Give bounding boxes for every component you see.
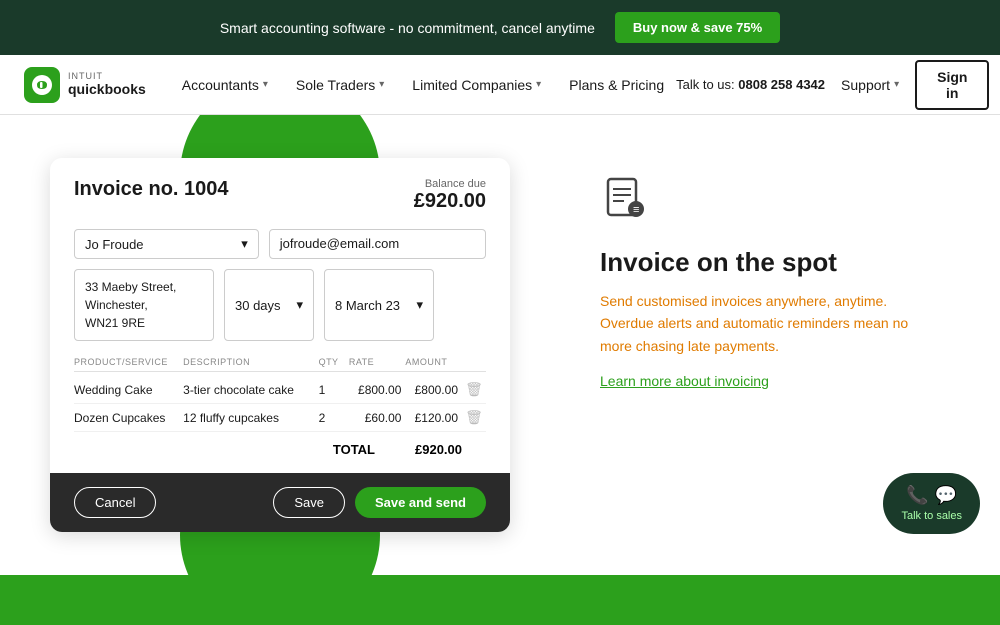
- save-button[interactable]: Save: [273, 487, 345, 518]
- delete-row1-icon[interactable]: 🗑: [462, 381, 486, 398]
- col-product-header: PRODUCT/SERVICE: [74, 357, 179, 367]
- terms-select[interactable]: 30 days ▾: [224, 269, 314, 341]
- footer-right-buttons: Save Save and send: [273, 487, 486, 518]
- chevron-down-icon: ▾: [536, 79, 541, 90]
- col-amount-header: AMOUNT: [405, 357, 458, 367]
- balance-due-area: Balance due £920.00: [414, 178, 486, 213]
- invoice-header-row: Invoice no. 1004 Balance due £920.00: [74, 178, 486, 213]
- nav-item-limited-companies[interactable]: Limited Companies ▾: [400, 69, 553, 101]
- sign-in-button[interactable]: Sign in: [915, 60, 989, 110]
- total-amount: £920.00: [415, 442, 462, 457]
- total-label: TOTAL: [333, 442, 375, 457]
- cancel-button[interactable]: Cancel: [74, 487, 156, 518]
- feature-desc-part1: Send customised: [600, 293, 711, 309]
- address-date-row: 33 Maeby Street, Winchester, WN21 9RE 30…: [74, 269, 486, 341]
- balance-amount: £920.00: [414, 190, 486, 213]
- chevron-down-icon: ▾: [379, 79, 384, 90]
- invoice-number: Invoice no. 1004: [74, 178, 229, 201]
- col-rate-header: RATE: [349, 357, 402, 367]
- left-panel: Invoice no. 1004 Balance due £920.00 Jo …: [0, 115, 560, 575]
- phone-icon: 📞: [906, 485, 928, 506]
- row2-qty: 2: [319, 411, 345, 425]
- delete-row2-icon[interactable]: 🗑: [462, 409, 486, 426]
- date-select[interactable]: 8 March 23 ▾: [324, 269, 434, 341]
- save-and-send-button[interactable]: Save and send: [355, 487, 486, 518]
- row1-rate: £800.00: [349, 383, 402, 397]
- row2-description: 12 fluffy cupcakes: [183, 411, 314, 425]
- invoice-table: PRODUCT/SERVICE DESCRIPTION QTY RATE AMO…: [74, 353, 486, 432]
- invoice-body: Invoice no. 1004 Balance due £920.00 Jo …: [50, 158, 510, 473]
- table-row: Dozen Cupcakes 12 fluffy cupcakes 2 £60.…: [74, 404, 486, 432]
- chevron-down-icon: ▾: [416, 297, 423, 313]
- col-description-header: DESCRIPTION: [183, 357, 314, 367]
- logo-area[interactable]: INTUIT quickbooks: [24, 67, 146, 103]
- row1-amount: £800.00: [405, 383, 458, 397]
- balance-label: Balance due: [414, 178, 486, 190]
- row1-qty: 1: [319, 383, 345, 397]
- logo-icon: [24, 67, 60, 103]
- svg-text:≡: ≡: [633, 204, 639, 216]
- nav-right: Talk to us: 0808 258 4342 Support ▾ Sign…: [676, 60, 989, 110]
- row1-description: 3-tier chocolate cake: [183, 383, 314, 397]
- chat-icon: 💬: [935, 485, 957, 506]
- total-row: TOTAL £920.00: [74, 432, 486, 457]
- banner-cta-button[interactable]: Buy now & save 75%: [615, 12, 780, 43]
- invoice-footer: Cancel Save Save and send: [50, 473, 510, 532]
- address-field: 33 Maeby Street, Winchester, WN21 9RE: [74, 269, 214, 341]
- feature-title: Invoice on the spot: [600, 247, 960, 278]
- row1-product: Wedding Cake: [74, 383, 179, 397]
- top-banner: Smart accounting software - no commitmen…: [0, 0, 1000, 55]
- support-button[interactable]: Support ▾: [841, 77, 899, 93]
- invoice-icon: ≡: [600, 175, 960, 231]
- customer-select[interactable]: Jo Froude ▾: [74, 229, 259, 259]
- bottom-bar: [0, 575, 1000, 625]
- chevron-down-icon: ▾: [296, 297, 303, 313]
- quickbooks-label: quickbooks: [68, 82, 146, 97]
- talk-to-sales-bubble[interactable]: 📞 💬 Talk to sales: [883, 473, 980, 534]
- row2-amount: £120.00: [405, 411, 458, 425]
- feature-description: Send customised invoices anywhere, anyti…: [600, 290, 920, 357]
- nav-links: Accountants ▾ Sole Traders ▾ Limited Com…: [170, 69, 676, 101]
- nav-item-sole-traders[interactable]: Sole Traders ▾: [284, 69, 396, 101]
- nav-item-plans-pricing[interactable]: Plans & Pricing: [557, 69, 676, 101]
- customer-row: Jo Froude ▾ jofroude@email.com: [74, 229, 486, 259]
- col-qty-header: QTY: [319, 357, 345, 367]
- chevron-down-icon: ▾: [894, 79, 899, 90]
- learn-more-link[interactable]: Learn more about invoicing: [600, 373, 960, 389]
- table-header: PRODUCT/SERVICE DESCRIPTION QTY RATE AMO…: [74, 353, 486, 372]
- chevron-down-icon: ▾: [263, 79, 268, 90]
- email-field[interactable]: jofroude@email.com: [269, 229, 486, 259]
- row2-rate: £60.00: [349, 411, 402, 425]
- banner-text: Smart accounting software - no commitmen…: [220, 20, 595, 36]
- chevron-down-icon: ▾: [241, 236, 248, 252]
- bubble-icons: 📞 💬: [906, 485, 957, 506]
- nav-item-accountants[interactable]: Accountants ▾: [170, 69, 280, 101]
- row2-product: Dozen Cupcakes: [74, 411, 179, 425]
- main-content: Invoice no. 1004 Balance due £920.00 Jo …: [0, 115, 1000, 575]
- navbar: INTUIT quickbooks Accountants ▾ Sole Tra…: [0, 55, 1000, 115]
- phone-text: Talk to us: 0808 258 4342: [676, 77, 825, 92]
- talk-sales-label: Talk to sales: [901, 510, 962, 522]
- feature-desc-highlight: invoices: [711, 293, 762, 309]
- invoice-card: Invoice no. 1004 Balance due £920.00 Jo …: [50, 158, 510, 532]
- logo-text: INTUIT quickbooks: [68, 72, 146, 97]
- table-row: Wedding Cake 3-tier chocolate cake 1 £80…: [74, 376, 486, 404]
